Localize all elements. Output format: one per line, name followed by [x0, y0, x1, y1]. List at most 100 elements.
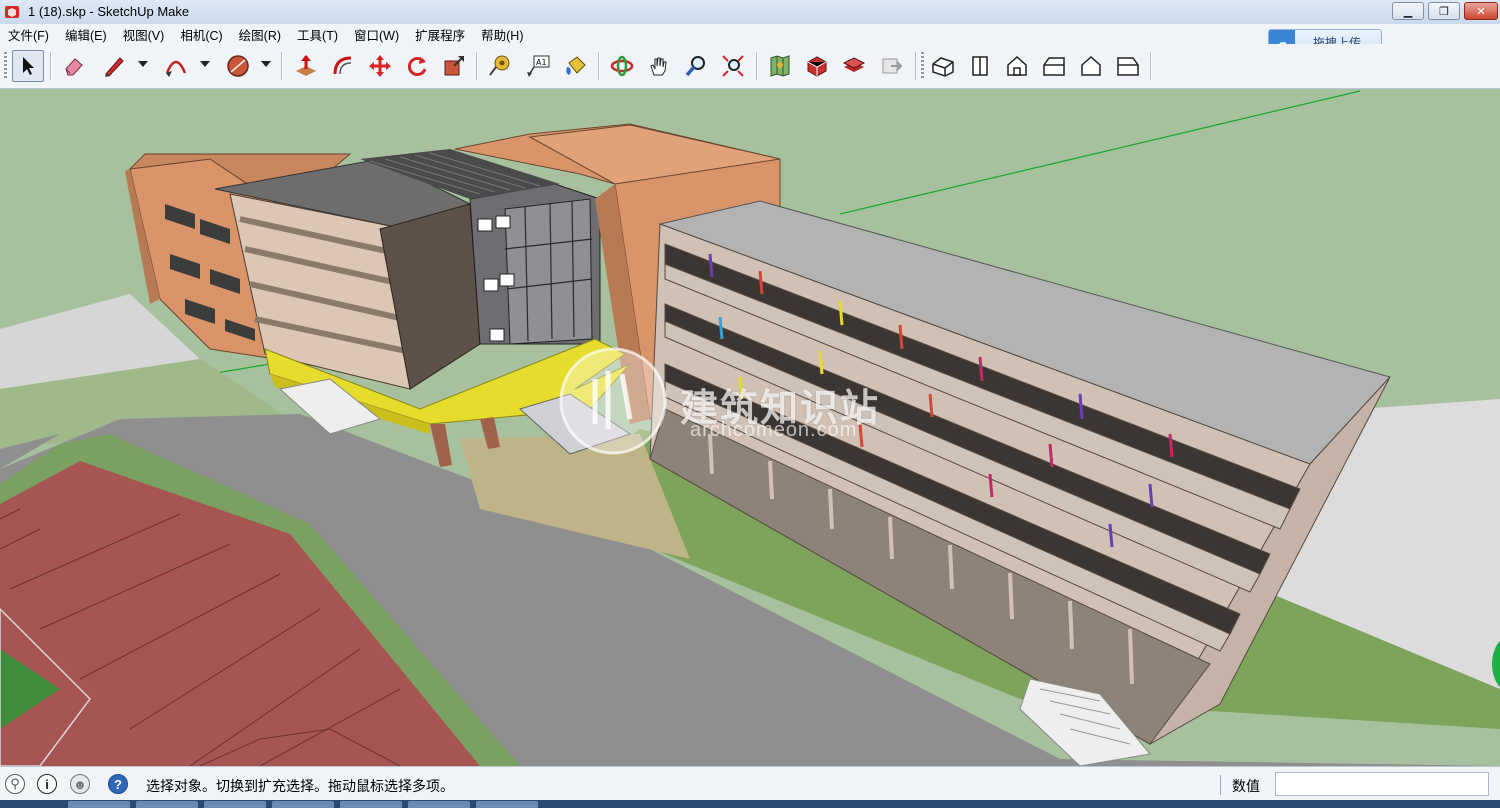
user-account-icon[interactable]: ☻	[70, 774, 90, 794]
move-tool[interactable]	[364, 50, 396, 82]
shapes-dropdown-icon[interactable]	[261, 61, 271, 67]
toolbar-grip[interactable]	[4, 52, 7, 80]
menu-help[interactable]: 帮助(H)	[473, 25, 531, 44]
status-bar: ⚲ i ☻ ? 选择对象。切换到扩充选择。拖动鼠标选择多项。 数值	[0, 766, 1500, 801]
send-to-layout-icon	[882, 58, 903, 74]
menu-camera[interactable]: 相机(C)	[172, 25, 230, 44]
paint-bucket-tool[interactable]	[560, 50, 592, 82]
menu-view[interactable]: 视图(V)	[115, 25, 173, 44]
left-house-icon	[1117, 57, 1139, 76]
3d-warehouse-button[interactable]	[764, 50, 796, 82]
sketchup-app-icon	[5, 6, 19, 18]
menu-edit[interactable]: 编辑(E)	[57, 25, 115, 44]
menu-draw[interactable]: 绘图(R)	[231, 25, 289, 44]
toolbar-separator	[756, 52, 758, 80]
line-tool[interactable]	[98, 50, 130, 82]
taskbar-button[interactable]	[68, 801, 130, 808]
layout-stack-icon	[842, 57, 866, 72]
front-house-icon	[1007, 55, 1027, 76]
taskbar-button[interactable]	[408, 801, 470, 808]
minimize-button[interactable]: ▁	[1392, 2, 1424, 20]
help-icon[interactable]: ?	[108, 774, 128, 794]
toolbar-grip[interactable]	[921, 52, 924, 80]
text-label-icon: A1	[527, 55, 550, 77]
toolbar-separator	[598, 52, 600, 80]
back-house-icon	[1081, 55, 1101, 76]
menu-window[interactable]: 窗口(W)	[346, 25, 407, 44]
paint-bucket-icon	[566, 56, 586, 75]
scale-icon	[444, 56, 464, 76]
move-arrows-icon	[369, 55, 391, 77]
layout-button[interactable]	[838, 50, 870, 82]
arrow-cursor-icon	[23, 57, 34, 75]
select-tool[interactable]	[12, 50, 44, 82]
orbit-tool[interactable]	[606, 50, 638, 82]
measurements-label: 数值	[1232, 778, 1260, 794]
line-dropdown-icon[interactable]	[138, 61, 148, 67]
extension-warehouse-button[interactable]	[801, 50, 833, 82]
push-pull-tool[interactable]	[290, 50, 322, 82]
right-house-icon	[1043, 57, 1065, 76]
hand-pan-icon	[650, 57, 667, 76]
iso-view-button[interactable]	[927, 50, 959, 82]
orbit-icon	[610, 55, 634, 77]
watermark-url: archcomeon.com	[690, 419, 858, 441]
shapes-tool[interactable]	[222, 50, 254, 82]
close-button[interactable]: ✕	[1464, 2, 1498, 20]
taskbar-button[interactable]	[476, 801, 538, 808]
arc-tool[interactable]	[160, 50, 192, 82]
menu-file[interactable]: 文件(F)	[0, 25, 57, 44]
magnifier-icon	[685, 56, 705, 77]
push-pull-icon	[296, 55, 316, 76]
tape-measure-icon	[489, 55, 510, 76]
rotate-tool[interactable]	[401, 50, 433, 82]
restore-icon: ❐	[1439, 5, 1449, 18]
text-tool[interactable]: A1	[522, 50, 554, 82]
status-divider	[1220, 775, 1221, 795]
top-view-button[interactable]	[964, 50, 996, 82]
close-icon: ✕	[1476, 5, 1486, 18]
taskbar-button[interactable]	[204, 801, 266, 808]
eraser-icon	[65, 58, 83, 76]
toolbar-separator	[1150, 52, 1152, 80]
os-taskbar	[0, 800, 1500, 808]
taskbar-button[interactable]	[340, 801, 402, 808]
extension-warehouse-icon	[807, 56, 827, 77]
title-bar: 1 (18).skp - SketchUp Make ▁ ❐ ✕	[0, 0, 1500, 25]
arc-dropdown-icon[interactable]	[200, 61, 210, 67]
geo-location-icon[interactable]: ⚲	[5, 774, 25, 794]
zoom-tool[interactable]	[680, 50, 712, 82]
menu-extensions[interactable]: 扩展程序	[407, 25, 473, 44]
window-title: 1 (18).skp - SketchUp Make	[28, 4, 190, 19]
iso-house-icon	[932, 57, 954, 77]
main-toolbar: A1	[0, 44, 1500, 89]
left-view-button[interactable]	[1112, 50, 1144, 82]
circle-shape-icon	[227, 55, 249, 77]
arc-icon	[165, 60, 187, 77]
warehouse-map-icon	[770, 55, 790, 77]
credits-info-icon[interactable]: i	[37, 774, 57, 794]
front-view-button[interactable]	[1001, 50, 1033, 82]
right-view-button[interactable]	[1038, 50, 1070, 82]
restore-button[interactable]: ❐	[1428, 2, 1460, 20]
svg-text:A1: A1	[536, 58, 547, 67]
taskbar-button[interactable]	[136, 801, 198, 808]
back-view-button[interactable]	[1075, 50, 1107, 82]
menu-tools[interactable]: 工具(T)	[289, 25, 346, 44]
pan-tool[interactable]	[643, 50, 675, 82]
scale-tool[interactable]	[438, 50, 470, 82]
taskbar-button[interactable]	[272, 801, 334, 808]
model-viewport[interactable]: 建筑知识站 archcomeon.com	[0, 89, 1500, 766]
tape-measure-tool[interactable]	[484, 50, 516, 82]
minimize-icon: ▁	[1403, 5, 1413, 18]
toolbar-separator	[281, 52, 283, 80]
status-message: 选择对象。切换到扩充选择。拖动鼠标选择多项。	[146, 778, 454, 794]
offset-tool[interactable]	[327, 50, 359, 82]
send-to-layout-button[interactable]	[876, 50, 908, 82]
zoom-extents-tool[interactable]	[717, 50, 749, 82]
eraser-tool[interactable]	[58, 50, 90, 82]
measurements-input[interactable]	[1275, 772, 1489, 796]
offset-icon	[333, 56, 352, 75]
pencil-icon	[105, 57, 124, 77]
top-view-icon	[972, 56, 988, 76]
